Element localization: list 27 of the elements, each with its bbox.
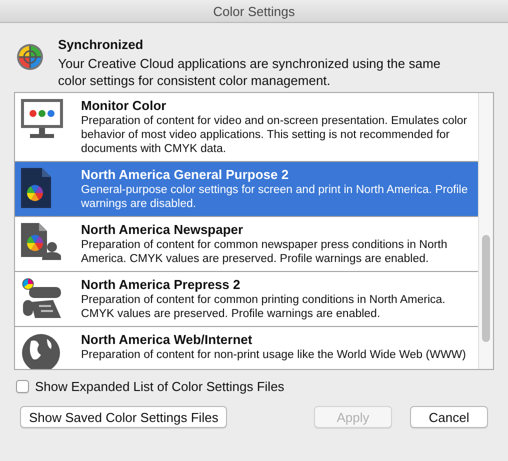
dialog-button[interactable]: Cancel — [410, 406, 488, 428]
setting-description: Preparation of content for common printing conditions in North America. CMYK values are preserved. Profile warnings are enabled. — [81, 293, 446, 321]
setting-name: North America General Purpose 2 — [81, 166, 290, 183]
sync-message: Your Creative Cloud applications are synchronized using the same color settings for consistent color management. — [58, 55, 442, 89]
setting-name: North America Web/Internet — [81, 331, 254, 348]
document-icon — [21, 168, 51, 208]
dialog-button[interactable]: Show Saved Color Settings Files — [20, 406, 228, 428]
sync-icon — [16, 43, 44, 71]
settings-item[interactable]: North America Newspaper Preparation of content for common newspaper press conditions in North America. CMYK values are preserved. Profile warnings are enabled. — [15, 217, 478, 272]
checkbox[interactable] — [16, 380, 29, 393]
setting-name: North America Newspaper — [81, 221, 244, 238]
document-person-icon — [21, 223, 61, 263]
settings-item[interactable]: North America Prepress 2 Preparation of content for common printing conditions in North America. CMYK values are preserved. Profile warnings are enabled. — [15, 272, 478, 327]
monitor-icon — [21, 99, 63, 139]
sync-title: Synchronized — [58, 37, 144, 52]
checkbox-label: Show Expanded List of Color Settings Files — [35, 379, 284, 394]
printing-press-icon — [21, 278, 63, 320]
setting-description: Preparation of content for video and on-screen presentation. Emulates color behavior of most video applications. This setting is not recommended for documents with CMYK data. — [81, 114, 468, 156]
setting-description: General-purpose color settings for screen and print in North America. Profile warnings are disabled. — [81, 183, 469, 211]
scrollbar-thumb[interactable] — [482, 235, 490, 342]
window-title: Color Settings — [213, 4, 295, 18]
settings-item[interactable]: North America General Purpose 2 General-purpose color settings for screen and print in North America. Profile warnings are disabled. — [15, 162, 478, 217]
setting-description: Preparation of content for non-print usage like the World Wide Web (WWW) — [81, 348, 466, 362]
setting-name: North America Prepress 2 — [81, 276, 242, 293]
settings-item[interactable]: North America Web/Internet Preparation of content for non-print usage like the World Wide Web (WWW) — [15, 327, 478, 369]
setting-name: Monitor Color — [81, 97, 168, 114]
setting-description: Preparation of content for common newspaper press conditions in North America. CMYK values are preserved. Profile warnings are enabled. — [81, 238, 448, 266]
